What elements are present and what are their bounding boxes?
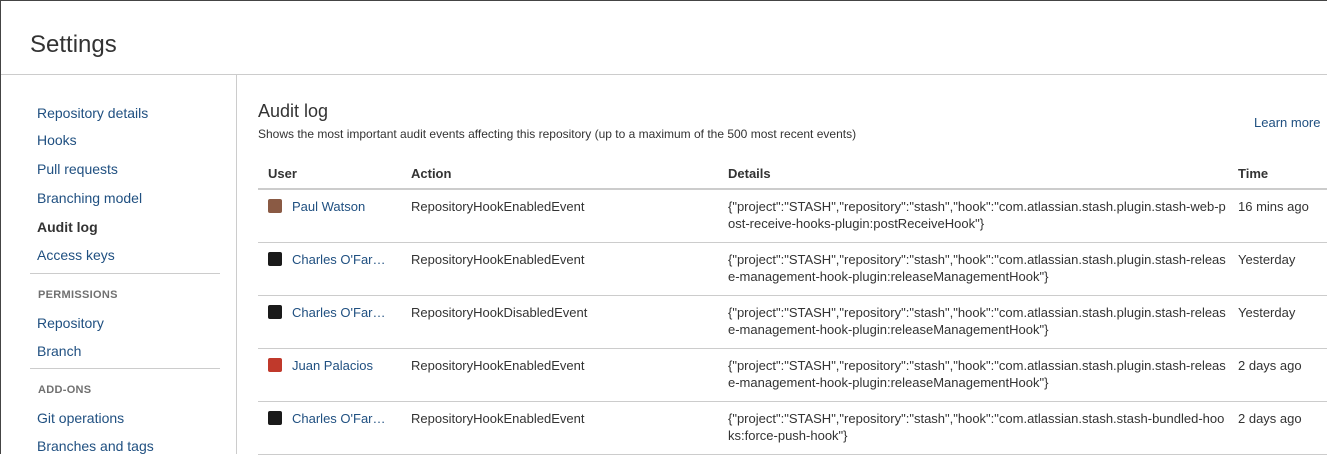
user-link[interactable]: Juan Palacios — [292, 357, 373, 374]
user-cell: Paul Watson — [268, 198, 365, 215]
action-cell: RepositoryHookDisabledEvent — [411, 305, 588, 320]
action-cell: RepositoryHookEnabledEvent — [411, 252, 585, 267]
sidebar-item-hooks[interactable]: Hooks — [37, 132, 77, 148]
details-cell: {"project":"STASH","repository":"stash",… — [728, 252, 1226, 284]
action-cell: RepositoryHookEnabledEvent — [411, 411, 585, 426]
audit-table-header: User Action Details Time — [258, 158, 1327, 190]
table-row: Charles O'Far… RepositoryHookDisabledEve… — [258, 296, 1327, 349]
action-cell: RepositoryHookEnabledEvent — [411, 358, 585, 373]
page-title: Settings — [30, 31, 117, 58]
sidebar-item-git-operations[interactable]: Git operations — [37, 410, 124, 426]
avatar[interactable] — [268, 305, 282, 319]
sidebar-item-pull-requests[interactable]: Pull requests — [37, 161, 118, 177]
user-link[interactable]: Charles O'Far… — [292, 251, 386, 268]
time-cell: 16 mins ago — [1238, 199, 1309, 214]
sidebar-item-repository-details[interactable]: Repository details — [37, 105, 148, 121]
user-link[interactable]: Charles O'Far… — [292, 304, 386, 321]
table-row: Juan Palacios RepositoryHookEnabledEvent… — [258, 349, 1327, 402]
sidebar-divider — [30, 273, 220, 274]
table-row: Paul Watson RepositoryHookEnabledEvent {… — [258, 190, 1327, 243]
sidebar-item-branching-model[interactable]: Branching model — [37, 190, 142, 206]
table-row: Charles O'Far… RepositoryHookEnabledEven… — [258, 243, 1327, 296]
user-link[interactable]: Charles O'Far… — [292, 410, 386, 427]
details-cell: {"project":"STASH","repository":"stash",… — [728, 305, 1226, 337]
avatar[interactable] — [268, 252, 282, 266]
sidebar-item-access-keys[interactable]: Access keys — [37, 247, 115, 263]
time-cell: Yesterday — [1238, 252, 1296, 267]
settings-sidebar: Repository details Hooks Pull requests B… — [1, 75, 237, 454]
time-cell: Yesterday — [1238, 305, 1296, 320]
sidebar-item-audit-log[interactable]: Audit log — [37, 219, 98, 235]
time-cell: 2 days ago — [1238, 411, 1302, 426]
sidebar-heading-permissions: PERMISSIONS — [38, 289, 118, 301]
user-cell: Charles O'Far… — [268, 304, 386, 321]
action-cell: RepositoryHookEnabledEvent — [411, 199, 585, 214]
sidebar-item-branches-and-tags[interactable]: Branches and tags — [37, 438, 154, 454]
audit-log-panel: Audit log Shows the most important audit… — [238, 75, 1327, 455]
time-cell: 2 days ago — [1238, 358, 1302, 373]
user-link[interactable]: Paul Watson — [292, 198, 365, 215]
column-header-user: User — [268, 166, 297, 181]
sidebar-divider — [30, 368, 220, 369]
sidebar-item-repository-permissions[interactable]: Repository — [37, 315, 104, 331]
avatar[interactable] — [268, 411, 282, 425]
avatar[interactable] — [268, 199, 282, 213]
column-header-action: Action — [411, 166, 452, 181]
avatar[interactable] — [268, 358, 282, 372]
user-cell: Charles O'Far… — [268, 251, 386, 268]
learn-more-link[interactable]: Learn more — [1254, 115, 1320, 130]
page-header: Settings — [1, 1, 1327, 75]
details-cell: {"project":"STASH","repository":"stash",… — [728, 358, 1226, 390]
column-header-time: Time — [1238, 166, 1269, 181]
sidebar-heading-addons: ADD-ONS — [38, 384, 92, 396]
column-header-details: Details — [728, 166, 771, 181]
user-cell: Charles O'Far… — [268, 410, 386, 427]
user-cell: Juan Palacios — [268, 357, 373, 374]
section-title: Audit log — [258, 101, 329, 121]
details-cell: {"project":"STASH","repository":"stash",… — [728, 199, 1226, 231]
sidebar-item-branch-permissions[interactable]: Branch — [37, 343, 81, 359]
section-description: Shows the most important audit events af… — [258, 127, 857, 141]
table-row: Charles O'Far… RepositoryHookEnabledEven… — [258, 402, 1327, 455]
details-cell: {"project":"STASH","repository":"stash",… — [728, 411, 1225, 443]
